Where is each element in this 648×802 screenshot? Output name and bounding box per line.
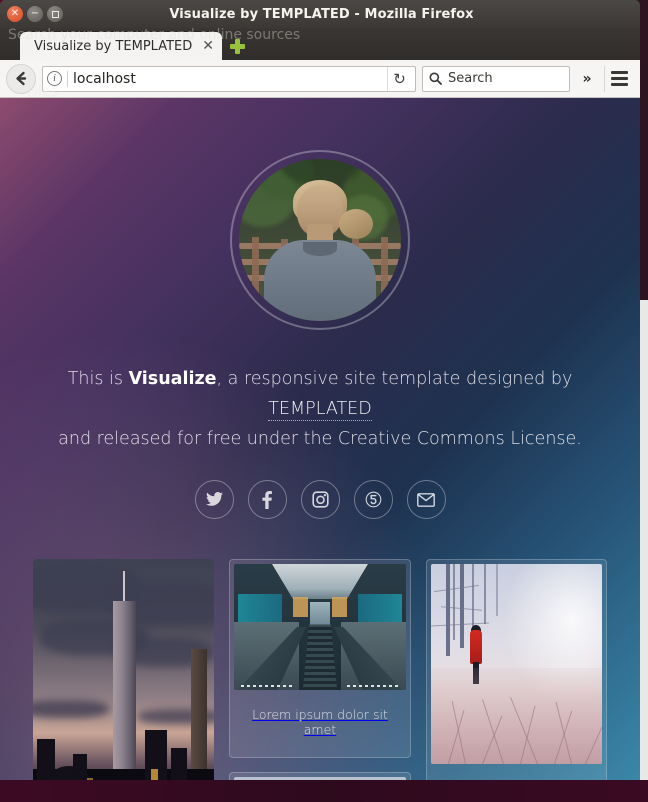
glass-ceiling bbox=[272, 564, 368, 600]
gallery-column-1 bbox=[33, 559, 215, 780]
window-controls: ✕ − bbox=[7, 6, 63, 22]
gallery-caption: Lorem ipsum dolor sit amet bbox=[431, 764, 602, 780]
search-input[interactable]: Search bbox=[448, 71, 493, 86]
close-icon[interactable]: ✕ bbox=[7, 6, 23, 22]
500px-icon[interactable] bbox=[353, 480, 393, 519]
plus-icon bbox=[229, 38, 245, 54]
tab-label: Visualize by TEMPLATED bbox=[34, 38, 193, 54]
gallery-column-3: Lorem ipsum dolor sit amet bbox=[425, 559, 607, 780]
overflow-chevron-icon[interactable]: » bbox=[576, 66, 598, 92]
url-separator bbox=[67, 70, 68, 87]
gallery-item-escalator[interactable]: Lorem ipsum dolor sit amet bbox=[229, 559, 411, 758]
window-title: Visualize by TEMPLATED - Mozilla Firefox bbox=[169, 6, 474, 22]
gallery-grid: Lorem ipsum dolor sit amet bbox=[0, 559, 640, 780]
browser-tab[interactable]: Visualize by TEMPLATED ✕ bbox=[20, 32, 222, 60]
hero-description: This is Visualize, a responsive site tem… bbox=[0, 364, 640, 454]
background-window-bottom-edge bbox=[0, 780, 648, 802]
hero-line1-pre: This is bbox=[67, 369, 129, 389]
gallery-item-clouds[interactable] bbox=[229, 772, 411, 780]
minimize-icon[interactable]: − bbox=[27, 6, 43, 22]
new-tab-button[interactable] bbox=[224, 32, 250, 60]
gallery-column-2: Lorem ipsum dolor sit amet bbox=[229, 559, 411, 780]
secondary-tower bbox=[190, 649, 208, 780]
right-window-wall bbox=[357, 594, 403, 622]
search-icon bbox=[429, 72, 442, 85]
gallery-caption: Lorem ipsum dolor sit amet bbox=[252, 707, 388, 737]
snow-covered-grass bbox=[430, 668, 602, 764]
hero-line2: and released for free under the Creative… bbox=[58, 429, 582, 449]
instagram-icon[interactable] bbox=[300, 480, 340, 519]
gallery-item-city[interactable] bbox=[33, 559, 215, 780]
social-links bbox=[0, 480, 640, 519]
escalator-station-photo bbox=[234, 564, 406, 690]
hero-line1-mid: , a responsive site template designed by bbox=[216, 369, 573, 389]
url-input[interactable]: localhost bbox=[73, 71, 382, 87]
tab-close-icon[interactable]: ✕ bbox=[202, 39, 214, 53]
city-skyline-photo bbox=[33, 559, 215, 780]
site-identity-icon[interactable]: i bbox=[47, 71, 62, 86]
person-red-coat bbox=[470, 630, 483, 664]
search-bar[interactable]: Search bbox=[422, 65, 570, 92]
url-bar[interactable]: i localhost ↻ bbox=[42, 65, 416, 92]
tab-strip: Visualize by TEMPLATED ✕ bbox=[0, 28, 640, 60]
clouds-mountain-photo bbox=[234, 777, 406, 780]
avatar bbox=[239, 159, 401, 321]
avatar-ring bbox=[230, 150, 410, 330]
navigation-toolbar: i localhost ↻ Search » bbox=[0, 60, 640, 98]
snow-scene-photo bbox=[430, 564, 602, 764]
firefox-window: ✕ − Visualize by TEMPLATED - Mozilla Fir… bbox=[0, 0, 640, 780]
reload-icon[interactable]: ↻ bbox=[387, 66, 411, 91]
escalator-steps bbox=[302, 624, 338, 690]
email-icon[interactable] bbox=[406, 480, 446, 519]
one-world-trade-tower bbox=[112, 601, 137, 780]
hero-section: This is Visualize, a responsive site tem… bbox=[0, 98, 640, 519]
hero-brand-name: Visualize bbox=[128, 369, 217, 389]
avatar-collar bbox=[303, 241, 337, 256]
page-content: This is Visualize, a responsive site tem… bbox=[0, 98, 640, 780]
back-arrow-icon bbox=[15, 71, 26, 86]
window-titlebar: ✕ − Visualize by TEMPLATED - Mozilla Fir… bbox=[0, 0, 640, 28]
back-button[interactable] bbox=[6, 63, 36, 94]
templated-link[interactable]: TEMPLATED bbox=[268, 399, 372, 421]
maximize-icon[interactable] bbox=[47, 6, 63, 22]
gallery-item-snow[interactable]: Lorem ipsum dolor sit amet bbox=[425, 559, 607, 780]
left-window-wall bbox=[237, 594, 283, 622]
facebook-icon[interactable] bbox=[247, 480, 287, 519]
menu-hamburger-icon[interactable] bbox=[604, 65, 634, 92]
twitter-icon[interactable] bbox=[194, 480, 234, 519]
